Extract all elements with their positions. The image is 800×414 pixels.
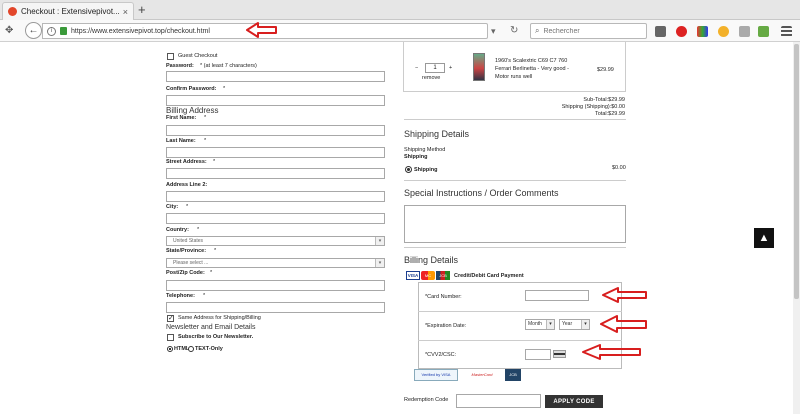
arrow-cvv-icon: [582, 344, 641, 360]
annotation-arrows: [246, 22, 647, 360]
arrow-card-number-icon: [602, 287, 647, 303]
arrow-url-icon: [246, 22, 277, 38]
arrow-expiry-icon: [600, 315, 647, 333]
